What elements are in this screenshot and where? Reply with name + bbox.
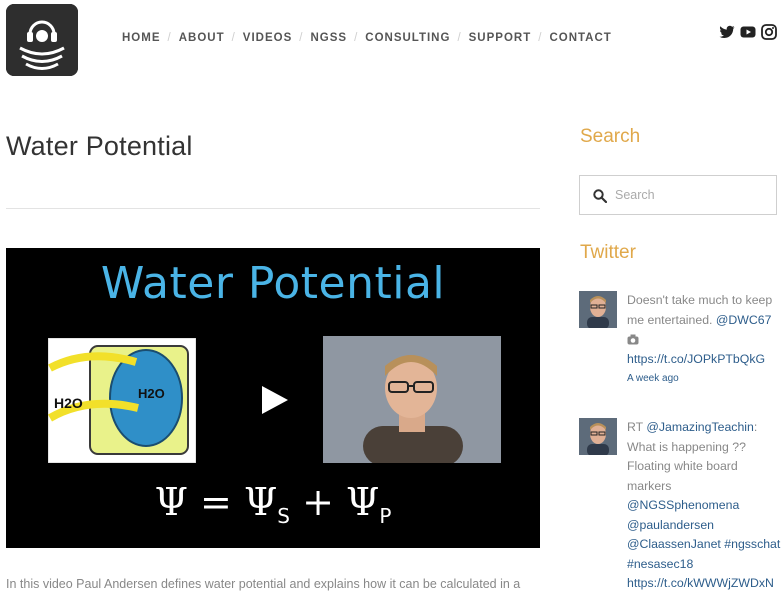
plant-cell-diagram: H2O H2O (48, 338, 196, 463)
tweet-line: RT @JamazingTeachin: (627, 418, 783, 438)
nav-contact[interactable]: CONTACT (549, 32, 611, 44)
formula-plus: + (289, 480, 346, 524)
twitter-heading: Twitter (580, 242, 636, 263)
nav-separator: / (299, 32, 304, 44)
nav-ngss[interactable]: NGSS (310, 32, 347, 44)
search-box (579, 175, 777, 215)
tweet-mention-link[interactable]: @ClaassenJanet (627, 537, 721, 551)
play-icon[interactable] (260, 386, 288, 414)
tweet-text-fragment: me entertained. (627, 312, 716, 327)
tweet-mention-link[interactable]: @NGSSphenomena (627, 496, 783, 516)
site-logo[interactable] (6, 4, 78, 76)
formula-sub-p: P (379, 504, 392, 528)
tweet-text: RT @JamazingTeachin: What is happening ?… (627, 418, 783, 594)
formula-psi-p: Ψ (345, 480, 380, 524)
search-icon (593, 189, 607, 203)
nav-separator: / (231, 32, 236, 44)
nav-about[interactable]: ABOUT (179, 32, 225, 44)
nav-separator: / (457, 32, 462, 44)
tweet-text: Doesn't take much to keep me entertained… (627, 291, 783, 389)
formula-psi: Ψ (154, 480, 188, 524)
tweet-line: What is happening ?? (627, 439, 746, 454)
tweet-url-link[interactable]: https://t.co/JOPkPTbQkG (627, 350, 783, 370)
title-divider (6, 208, 540, 209)
tweet-hashtag-link[interactable]: #ngsschat (721, 537, 780, 551)
twitter-icon[interactable] (719, 24, 735, 40)
nav-separator: / (354, 32, 359, 44)
nav-separator: / (538, 32, 543, 44)
formula-sub-s: S (277, 504, 290, 528)
avatar[interactable] (579, 418, 617, 455)
social-links (719, 24, 777, 40)
formula-psi-s: Ψ (243, 480, 278, 524)
tweet-mention-link[interactable]: @paulandersen (627, 516, 783, 536)
tweet-line: me entertained. @DWC67 (627, 311, 783, 331)
page-title: Water Potential (6, 131, 193, 161)
tweet-mention-link[interactable]: @JamazingTeachin (646, 420, 754, 434)
tweet-text-fragment: : (753, 420, 758, 434)
tweet-line: markers (627, 478, 672, 493)
search-input[interactable] (615, 176, 770, 214)
camera-icon (627, 334, 639, 345)
instagram-icon[interactable] (761, 24, 777, 40)
youtube-icon[interactable] (740, 24, 756, 40)
tweet-line (627, 330, 783, 350)
nav-videos[interactable]: VIDEOS (243, 32, 292, 44)
presenter-image (323, 336, 501, 463)
headphones-logo-icon (6, 4, 78, 76)
tweet-url-link[interactable]: https://t.co/kWWWjZWDxN (627, 574, 783, 594)
tweet-line: @ClaassenJanet #ngsschat (627, 535, 783, 555)
tweet-hashtag-link[interactable]: #nesasec18 (627, 555, 783, 575)
tweet-line: Floating white board (627, 459, 738, 473)
diagram-label-h2o-outside: H2O (54, 395, 83, 411)
nav-support[interactable]: SUPPORT (469, 32, 532, 44)
avatar[interactable] (579, 291, 617, 328)
water-potential-formula: Ψ = ΨS + ΨP (6, 480, 540, 528)
nav-home[interactable]: HOME (122, 32, 161, 44)
video-description: In this video Paul Andersen defines wate… (6, 577, 521, 591)
search-heading: Search (580, 126, 641, 147)
formula-equals: = (187, 480, 244, 524)
nav-consulting[interactable]: CONSULTING (365, 32, 450, 44)
tweet-mention-link[interactable]: @DWC67 (716, 313, 772, 327)
video-player[interactable]: Water Potential H2O H2O Ψ = ΨS + ΨP (6, 248, 540, 548)
nav-separator: / (167, 32, 172, 44)
tweet-timestamp[interactable]: A week ago (627, 369, 783, 389)
main-navigation: HOME / ABOUT / VIDEOS / NGSS / CONSULTIN… (122, 32, 612, 44)
video-thumbnail-heading: Water Potential (100, 258, 446, 309)
diagram-label-h2o-inside: H2O (138, 386, 165, 401)
tweet-text-fragment: RT (627, 420, 647, 434)
tweet-line: Doesn't take much to keep (627, 293, 773, 307)
